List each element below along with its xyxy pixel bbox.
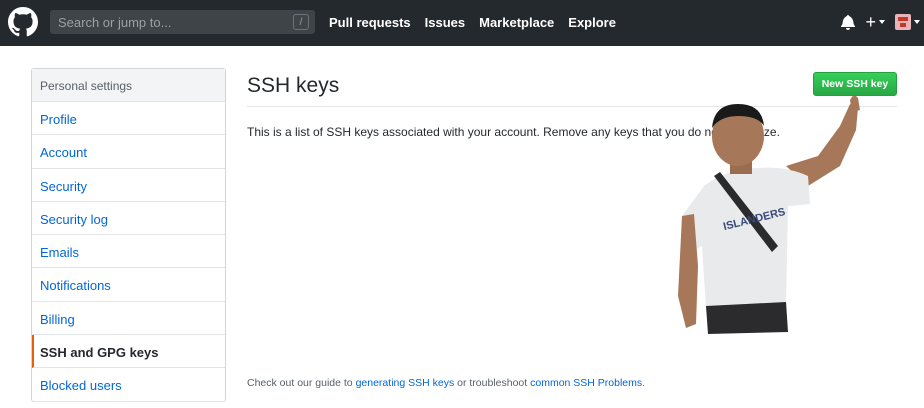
sidebar-item-billing[interactable]: Billing (32, 302, 225, 336)
sidebar-item-notifications[interactable]: Notifications (32, 268, 225, 302)
sidebar-item-blocked-users[interactable]: Blocked users (32, 368, 225, 402)
footer-middle: or troubleshoot (454, 377, 531, 389)
sidebar-item-security-log[interactable]: Security log (32, 202, 225, 236)
new-ssh-key-button[interactable]: New SSH key (813, 72, 897, 96)
bell-icon[interactable] (841, 14, 856, 30)
nav-marketplace[interactable]: Marketplace (479, 15, 554, 30)
nav-issues[interactable]: Issues (425, 15, 465, 30)
header-actions: + (841, 13, 920, 31)
footer-suffix: . (642, 377, 646, 389)
create-new-dropdown[interactable]: + (865, 13, 885, 31)
nav-explore[interactable]: Explore (568, 15, 616, 30)
search-placeholder: Search or jump to... (58, 14, 172, 30)
slash-shortcut-icon: / (293, 14, 309, 30)
footer-prefix: Check out our guide to (247, 377, 356, 389)
page-title: SSH keys (247, 74, 340, 97)
chevron-down-icon (879, 20, 885, 24)
settings-sidebar: Personal settings Profile Account Securi… (31, 68, 226, 402)
sidebar-item-profile[interactable]: Profile (32, 102, 225, 136)
chevron-down-icon (914, 20, 920, 24)
top-header: Search or jump to... / Pull requests Iss… (0, 0, 924, 46)
sidebar-item-security[interactable]: Security (32, 169, 225, 202)
nav-pull-requests[interactable]: Pull requests (329, 15, 411, 30)
generating-ssh-keys-link[interactable]: generating SSH keys (356, 377, 455, 389)
sidebar-item-account[interactable]: Account (32, 135, 225, 169)
header-nav: Pull requests Issues Marketplace Explore (329, 15, 616, 30)
sidebar-item-ssh-gpg-keys[interactable]: SSH and GPG keys (32, 335, 225, 369)
user-menu[interactable] (895, 14, 920, 30)
search-input[interactable]: Search or jump to... / (50, 10, 315, 34)
avatar (895, 14, 911, 30)
sidebar-item-emails[interactable]: Emails (32, 235, 225, 269)
common-ssh-problems-link[interactable]: common SSH Problems (530, 377, 642, 389)
github-logo-icon[interactable] (8, 7, 38, 37)
help-footer: Check out our guide to generating SSH ke… (247, 377, 645, 389)
sidebar-heading: Personal settings (32, 69, 225, 102)
plus-icon: + (865, 12, 876, 32)
pointing-person-image: ISLANDERS (678, 96, 860, 334)
